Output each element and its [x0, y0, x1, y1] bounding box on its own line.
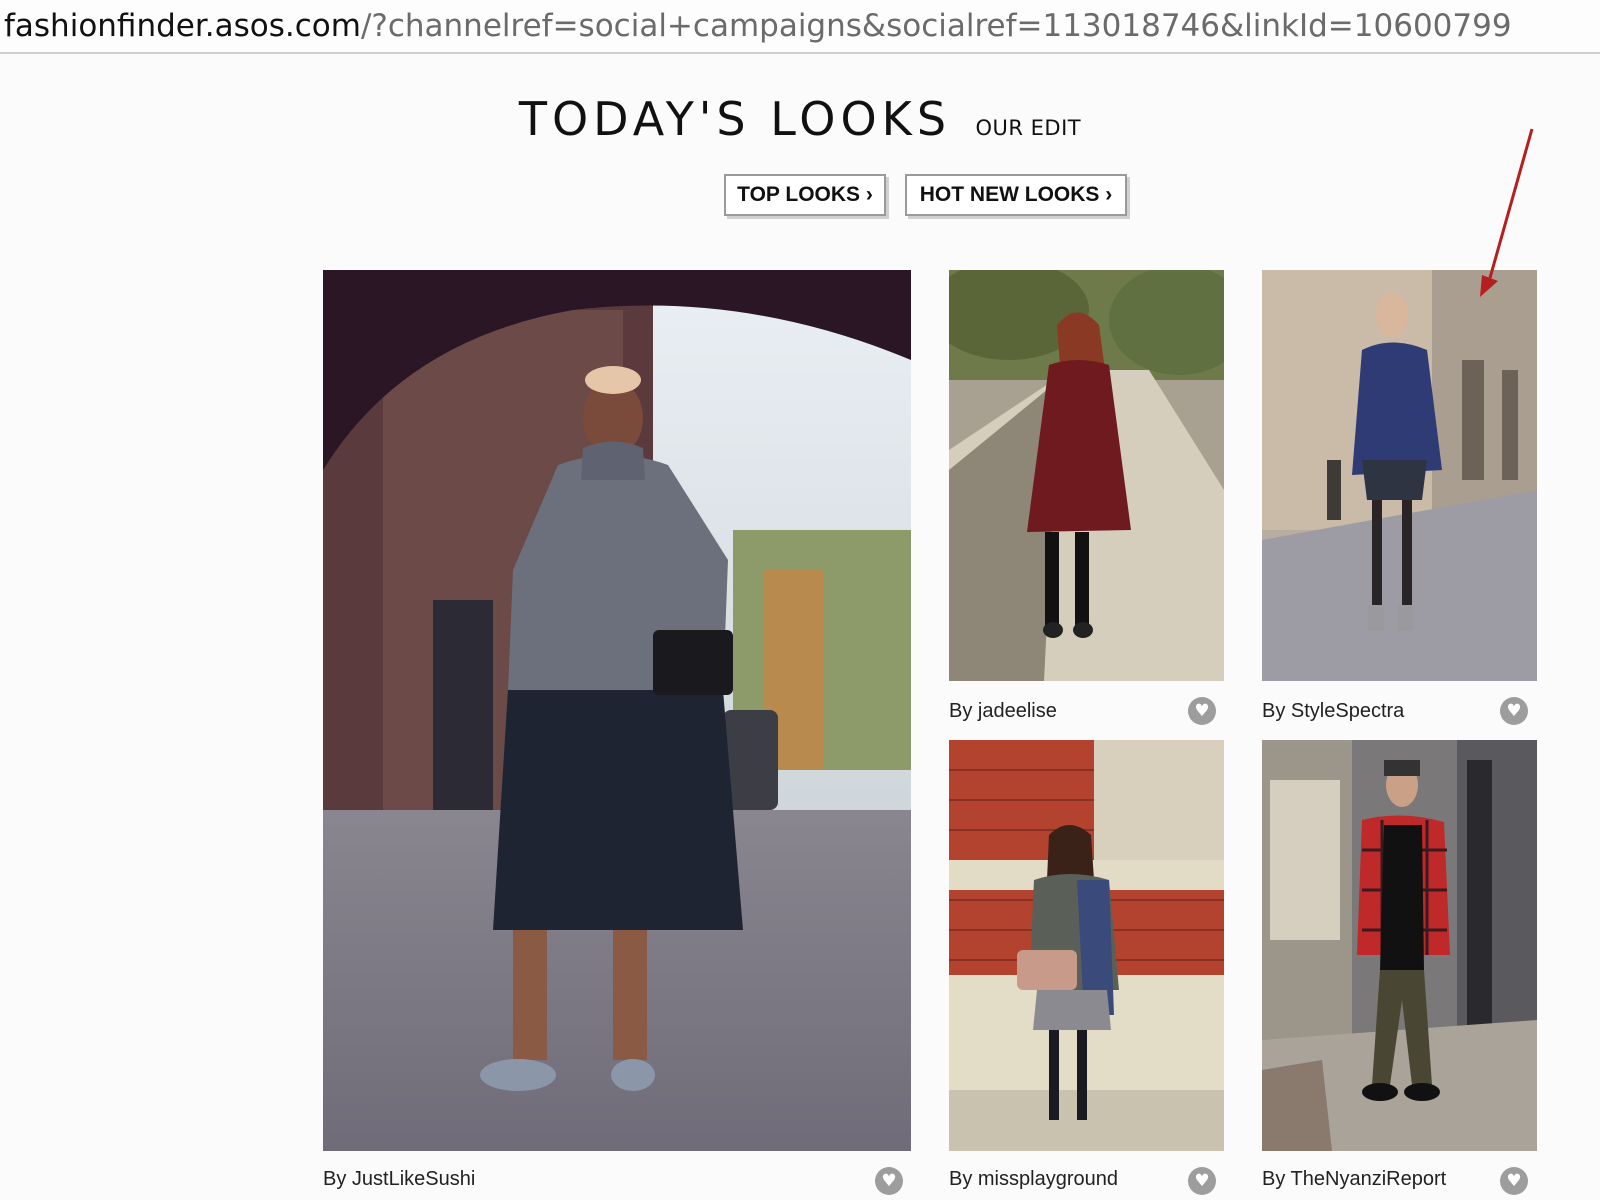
our-edit-link[interactable]: OUR EDIT	[975, 116, 1081, 140]
look-photo-thenyanzireport[interactable]	[1262, 740, 1537, 1151]
look-photo-justlikesushi[interactable]	[323, 270, 911, 1151]
look-photo-stylespectra[interactable]	[1262, 270, 1537, 681]
look-photo-image	[949, 740, 1224, 1151]
heart-icon[interactable]: ♥	[1500, 1167, 1528, 1195]
red-arrow-icon	[1480, 128, 1534, 297]
look-author[interactable]: By jadeelise	[949, 700, 1057, 723]
address-bar[interactable]: fashionfinder.asos.com/?channelref=socia…	[0, 0, 1600, 54]
page-title: TODAY'S LOOKS	[518, 92, 952, 146]
look-photo-jadeelise[interactable]	[949, 270, 1224, 681]
hot-new-looks-button[interactable]: HOT NEW LOOKS ›	[905, 174, 1127, 216]
heart-icon[interactable]: ♥	[1188, 697, 1216, 725]
top-looks-button[interactable]: TOP LOOKS ›	[724, 174, 886, 216]
look-photo-image	[323, 270, 911, 1151]
look-photo-missplayground[interactable]	[949, 740, 1224, 1151]
heart-icon[interactable]: ♥	[875, 1167, 903, 1195]
url-path: /?channelref=social+campaigns&socialref=…	[360, 8, 1512, 44]
look-photo-image	[1262, 740, 1537, 1151]
page-header: TODAY'S LOOKS OUR EDIT	[0, 92, 1600, 146]
url-host: fashionfinder.asos.com	[4, 8, 361, 44]
look-author[interactable]: By TheNyanziReport	[1262, 1168, 1446, 1191]
heart-icon[interactable]: ♥	[1188, 1167, 1216, 1195]
look-author[interactable]: By missplayground	[949, 1168, 1118, 1191]
heart-icon[interactable]: ♥	[1500, 697, 1528, 725]
look-photo-image	[1262, 270, 1537, 681]
look-author[interactable]: By StyleSpectra	[1262, 700, 1404, 723]
look-photo-image	[949, 270, 1224, 681]
look-author[interactable]: By JustLikeSushi	[323, 1168, 475, 1191]
